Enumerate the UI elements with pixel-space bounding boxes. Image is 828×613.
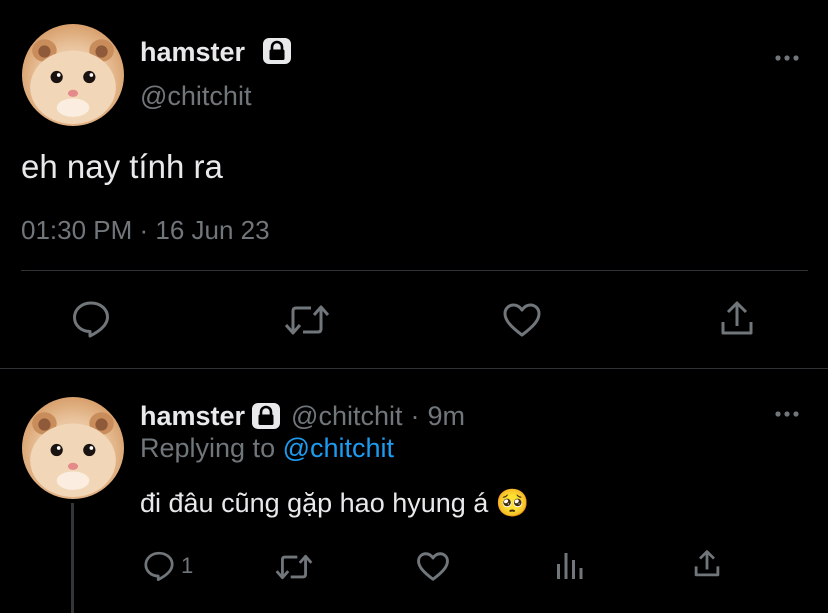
author-handle[interactable]: @chitchit <box>291 401 402 432</box>
pleading-face-emoji: 🥺 <box>495 488 530 519</box>
views-icon[interactable] <box>556 550 584 580</box>
reply-icon[interactable] <box>71 300 111 338</box>
avatar[interactable] <box>22 397 124 499</box>
lock-icon <box>251 402 281 430</box>
share-icon[interactable] <box>693 549 721 579</box>
main-tweet: hamster @chitchit eh nay tính ra 01:30 P… <box>0 0 828 368</box>
like-icon[interactable] <box>502 302 542 338</box>
reply-icon[interactable] <box>143 550 175 582</box>
tweet-age[interactable]: 9m <box>428 401 466 432</box>
replying-to-label: Replying to <box>140 433 276 463</box>
reply-action[interactable]: 1 <box>143 549 193 583</box>
retweet-icon[interactable] <box>275 552 313 582</box>
author-name[interactable]: hamster <box>140 36 245 68</box>
separator-dot: · <box>410 400 420 431</box>
more-icon[interactable] <box>774 406 800 422</box>
share-icon[interactable] <box>719 300 755 338</box>
reply-text: đi đâu cũng gặp hao hyung á 🥺 <box>140 486 529 521</box>
lock-icon <box>262 37 292 65</box>
replying-to-handle[interactable]: @chitchit <box>283 433 394 463</box>
like-icon[interactable] <box>416 551 450 582</box>
retweet-icon[interactable] <box>284 303 330 337</box>
more-icon[interactable] <box>774 50 800 66</box>
divider <box>21 270 808 271</box>
avatar[interactable] <box>22 24 124 126</box>
author-name[interactable]: hamster <box>140 401 245 432</box>
reply-tweet: hamster @chitchit · 9m Replying to @chit… <box>0 369 828 613</box>
thread-line <box>71 503 74 613</box>
tweet-timestamp[interactable]: 01:30 PM · 16 Jun 23 <box>21 214 270 246</box>
reply-count: 1 <box>181 553 194 578</box>
reply-header: hamster @chitchit · 9m <box>140 399 465 433</box>
reply-text-body: đi đâu cũng gặp hao hyung á <box>140 488 489 518</box>
replying-to: Replying to @chitchit <box>140 431 394 465</box>
author-handle[interactable]: @chitchit <box>140 80 251 112</box>
tweet-text: eh nay tính ra <box>21 148 223 185</box>
